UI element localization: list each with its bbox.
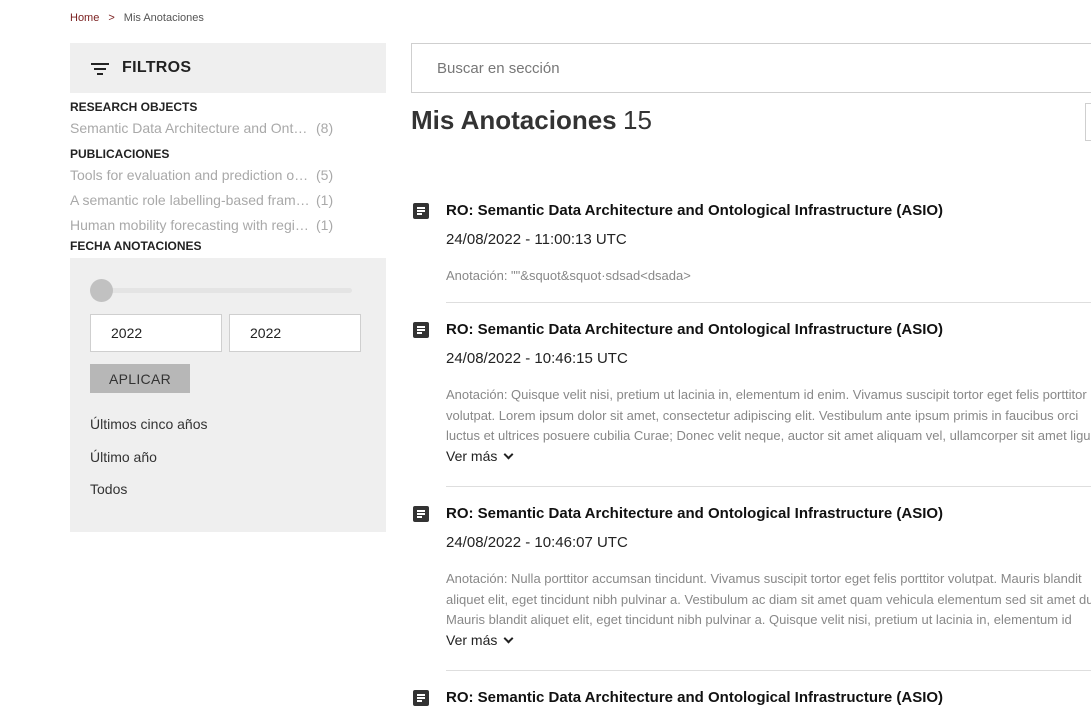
filter-lines-icon (91, 61, 109, 75)
result-annotation: Anotación: Nulla porttitor accumsan tinc… (446, 571, 1091, 627)
document-icon[interactable] (413, 506, 429, 522)
facet-title-publicaciones: PUBLICACIONES (70, 147, 170, 161)
result-date: 24/08/2022 - 10:46:15 UTC (446, 350, 628, 367)
breadcrumb: Home > Mis Anotaciones (70, 12, 204, 24)
result-date: 24/08/2022 - 10:46:07 UTC (446, 534, 628, 551)
facet-item-count: (8) (316, 119, 334, 136)
facet-title-fecha-anotaciones: FECHA ANOTACIONES (70, 239, 202, 253)
result-title[interactable]: RO: Semantic Data Architecture and Ontol… (446, 689, 943, 706)
filters-title: FILTROS (122, 59, 192, 76)
year-to-input[interactable] (229, 314, 361, 352)
facet-item-publicacion[interactable]: Human mobility forecasting with region …… (70, 212, 386, 237)
result-annotation: Anotación: Quisque velit nisi, pretium u… (446, 387, 1091, 443)
quick-link-five-years[interactable]: Últimos cinco años (90, 416, 208, 432)
document-icon[interactable] (413, 690, 429, 706)
facet-title-research-objects: RESEARCH OBJECTS (70, 100, 198, 114)
sort-dropdown[interactable] (1085, 103, 1091, 141)
facet-item-label: Tools for evaluation and prediction of … (70, 166, 310, 183)
see-more-label: Ver más (446, 632, 498, 648)
facet-item-publicacion[interactable]: A semantic role labelling-based framewor… (70, 187, 386, 212)
facet-item-publicacion[interactable]: Tools for evaluation and prediction of …… (70, 162, 386, 187)
date-slider-track[interactable] (90, 288, 352, 293)
document-icon[interactable] (413, 203, 429, 219)
facet-item-label: A semantic role labelling-based framewor… (70, 191, 310, 208)
search-input[interactable] (412, 44, 1091, 92)
breadcrumb-home-link[interactable]: Home (70, 12, 99, 24)
result-divider (446, 670, 1091, 671)
date-filter-panel: APLICAR Últimos cinco años Último año To… (70, 258, 386, 532)
breadcrumb-separator: > (108, 12, 115, 24)
result-date: 24/08/2022 - 11:00:13 UTC (446, 231, 627, 248)
results-count: 15 (623, 105, 652, 135)
facet-item-count: (1) (316, 216, 334, 233)
see-more-label: Ver más (446, 448, 498, 464)
search-box (411, 43, 1091, 93)
quick-link-all[interactable]: Todos (90, 481, 127, 497)
page-title: Mis Anotaciones (411, 105, 617, 135)
result-divider (446, 302, 1091, 303)
result-annotation: Anotación: ""&squot&squot·sdsad<dsada> (446, 268, 691, 283)
facet-item-count: (1) (316, 191, 334, 208)
see-more-link[interactable]: Ver más (446, 632, 514, 648)
facet-item-count: (5) (316, 166, 334, 183)
result-title[interactable]: RO: Semantic Data Architecture and Ontol… (446, 202, 943, 219)
result-title[interactable]: RO: Semantic Data Architecture and Ontol… (446, 321, 943, 338)
see-more-link[interactable]: Ver más (446, 448, 514, 464)
result-divider (446, 486, 1091, 487)
chevron-down-icon (503, 633, 514, 643)
facet-item-research-object[interactable]: Semantic Data Architecture and Ontologic… (70, 115, 386, 140)
facet-item-label: Semantic Data Architecture and Ontologic… (70, 119, 310, 136)
apply-button[interactable]: APLICAR (90, 364, 190, 393)
quick-link-last-year[interactable]: Último año (90, 449, 157, 465)
year-from-input[interactable] (90, 314, 222, 352)
result-title[interactable]: RO: Semantic Data Architecture and Ontol… (446, 505, 943, 522)
facet-item-label: Human mobility forecasting with region … (70, 216, 310, 233)
document-icon[interactable] (413, 322, 429, 338)
breadcrumb-current: Mis Anotaciones (123, 12, 204, 24)
chevron-down-icon (503, 449, 514, 459)
filters-sidebar: FILTROS RESEARCH OBJECTS Semantic Data A… (70, 43, 386, 532)
date-slider-thumb[interactable] (90, 279, 113, 302)
filters-header[interactable]: FILTROS (70, 43, 386, 93)
